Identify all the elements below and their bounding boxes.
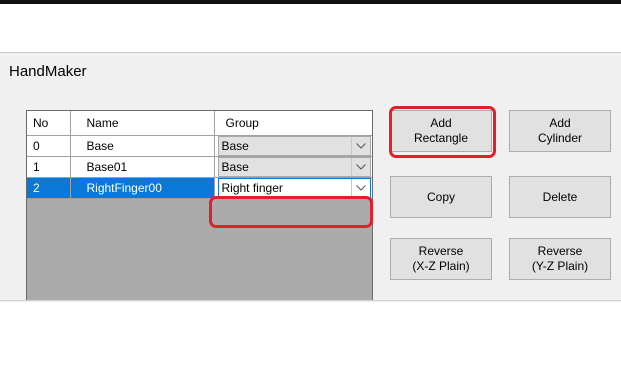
- group-dropdown[interactable]: Right finger: [217, 177, 371, 197]
- column-header-group[interactable]: Group: [214, 111, 372, 136]
- group-dropdown-value: Right finger: [221, 180, 283, 195]
- group-dropdown-value: Base: [221, 159, 249, 174]
- table-row[interactable]: 0 Base Base: [27, 135, 372, 157]
- copy-button[interactable]: Copy: [390, 176, 492, 218]
- table-row[interactable]: 1 Base01 Base: [27, 156, 372, 178]
- window-title: HandMaker: [9, 63, 87, 80]
- group-dropdown-value: Base: [221, 138, 249, 153]
- table-row-selected[interactable]: 2 RightFinger00 Right finger: [27, 177, 372, 199]
- column-header-name[interactable]: Name: [70, 111, 215, 136]
- group-dropdown[interactable]: Base: [217, 135, 371, 155]
- chevron-down-icon[interactable]: [350, 157, 370, 176]
- row-no: 0: [27, 135, 71, 157]
- row-group-cell: Base: [214, 156, 372, 178]
- row-no: 1: [27, 156, 71, 178]
- row-group-cell: Right finger: [214, 177, 372, 199]
- delete-button[interactable]: Delete: [509, 176, 611, 218]
- reverse-yz-button[interactable]: Reverse (Y-Z Plain): [509, 238, 611, 280]
- top-divider: [0, 0, 621, 4]
- table-header-row: No Name Group: [27, 111, 372, 136]
- group-dropdown[interactable]: Base: [217, 156, 371, 176]
- row-no: 2: [27, 177, 71, 199]
- parts-table: No Name Group 0 Base Base 1 Base01 Base …: [27, 111, 372, 199]
- add-rectangle-highlight: [389, 106, 496, 158]
- column-header-no[interactable]: No: [27, 111, 71, 136]
- chevron-down-icon[interactable]: [350, 178, 370, 197]
- bottom-divider: [0, 300, 621, 301]
- group-dropdown-highlight: [209, 196, 373, 228]
- row-group-cell: Base: [214, 135, 372, 157]
- add-cylinder-button[interactable]: Add Cylinder: [509, 110, 611, 152]
- row-name[interactable]: Base: [70, 135, 215, 157]
- chevron-down-icon[interactable]: [350, 136, 370, 155]
- row-name[interactable]: RightFinger00: [70, 177, 215, 199]
- reverse-xz-button[interactable]: Reverse (X-Z Plain): [390, 238, 492, 280]
- row-name[interactable]: Base01: [70, 156, 215, 178]
